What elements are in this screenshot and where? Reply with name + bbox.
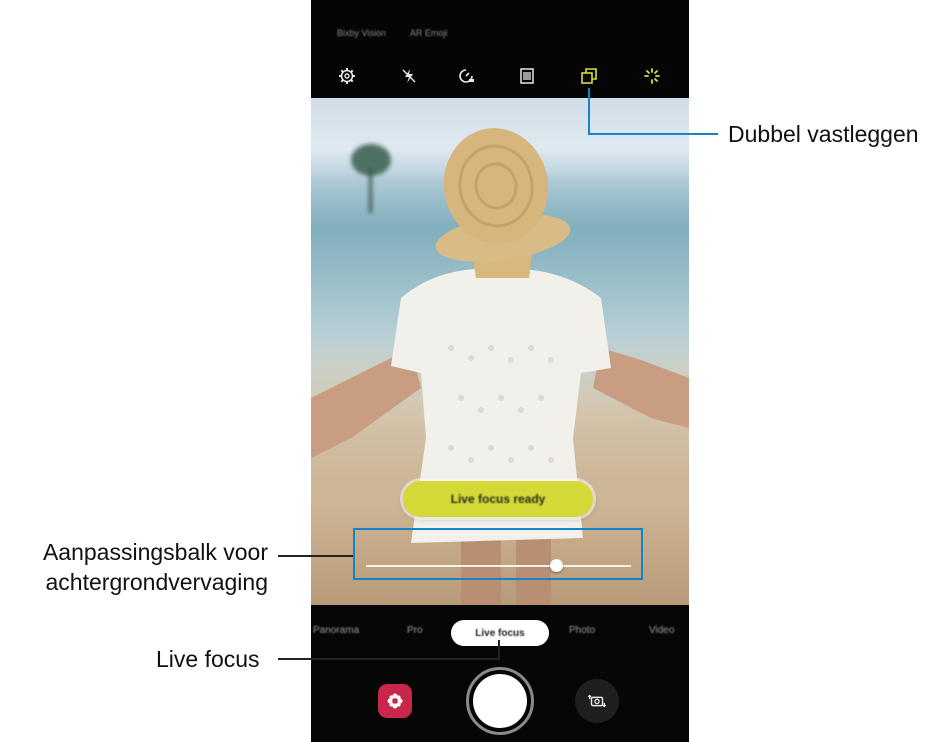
live-focus-ready-pill: Live focus ready	[403, 481, 593, 517]
live-focus-ready-label: Live focus ready	[450, 492, 546, 506]
aspect-ratio-icon[interactable]	[515, 64, 539, 88]
shutter-button[interactable]	[473, 674, 527, 728]
mode-pro[interactable]: Pro	[407, 625, 423, 636]
top-toolbar: Bixby Vision AR Emoji	[311, 0, 689, 98]
mode-panorama[interactable]: Panorama	[313, 625, 359, 636]
background-blur-slider-track[interactable]	[366, 565, 631, 567]
flash-off-icon[interactable]	[397, 64, 421, 88]
background-blur-bar-highlight	[353, 528, 643, 580]
callout-line-dual-capture-vertical	[588, 88, 590, 135]
callout-line-blur-bar	[278, 555, 353, 557]
background-blur-slider-handle[interactable]	[550, 559, 563, 572]
bottom-controls: Panorama Pro Live focus Photo Video	[311, 605, 689, 742]
callout-live-focus: Live focus	[156, 646, 260, 672]
camera-viewfinder[interactable]: Live focus ready	[311, 98, 689, 605]
switch-camera-icon[interactable]	[575, 679, 619, 723]
mode-photo[interactable]: Photo	[569, 625, 595, 636]
callout-blur-bar-line2: achtergrondvervaging	[45, 569, 268, 595]
top-mode-links: Bixby Vision AR Emoji	[337, 28, 447, 38]
quick-settings-row	[311, 64, 689, 88]
ar-emoji-link[interactable]: AR Emoji	[410, 28, 448, 38]
callout-line-live-focus-vertical	[498, 640, 500, 660]
camera-screen: Bixby Vision AR Emoji Live focus ready P…	[311, 0, 689, 742]
mode-selector: Panorama Pro Live focus Photo Video	[311, 615, 689, 651]
timer-icon[interactable]	[454, 64, 478, 88]
settings-icon[interactable]	[335, 64, 359, 88]
callout-dual-capture: Dubbel vastleggen	[728, 121, 919, 147]
bixby-vision-link[interactable]: Bixby Vision	[337, 28, 386, 38]
mode-video[interactable]: Video	[649, 625, 674, 636]
filter-effects-icon[interactable]	[640, 64, 664, 88]
mode-live-focus-label: Live focus	[475, 627, 525, 639]
callout-line-live-focus-horizontal	[278, 658, 500, 660]
callout-line-dual-capture-horizontal	[588, 133, 718, 135]
callout-blur-bar-line1: Aanpassingsbalk voor	[42, 539, 268, 565]
bixby-icon[interactable]	[378, 684, 412, 718]
dual-capture-icon[interactable]	[577, 64, 601, 88]
mode-live-focus[interactable]: Live focus	[451, 620, 549, 646]
